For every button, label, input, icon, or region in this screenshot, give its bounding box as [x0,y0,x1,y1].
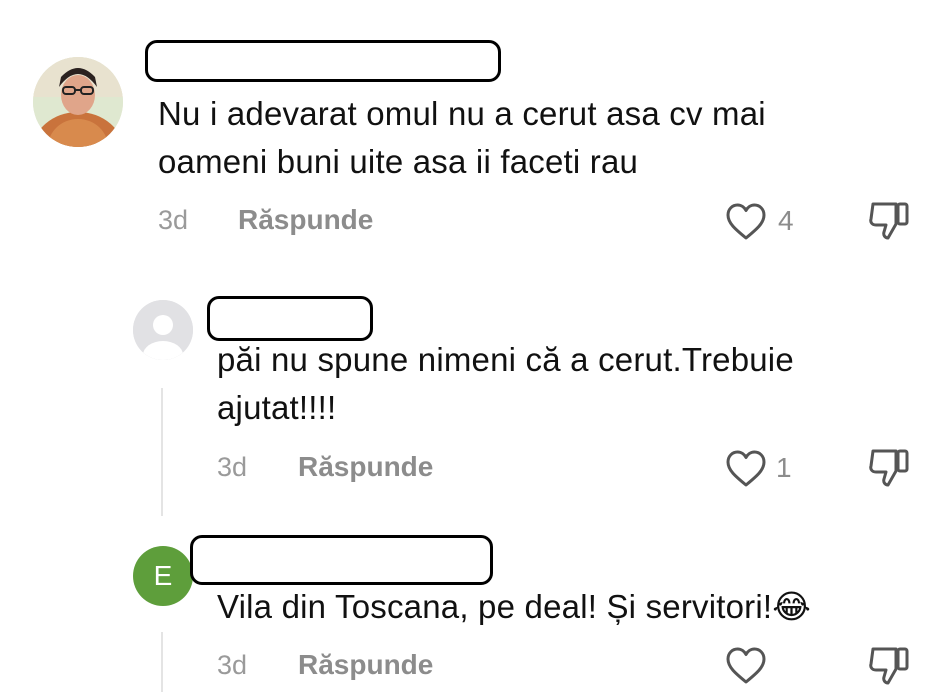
username-redacted[interactable] [190,535,493,585]
reply-button[interactable]: Răspunde [298,451,433,483]
comment-text: Nu i adevarat omul nu a cerut asa cv mai… [158,95,766,180]
thumbs-down-icon[interactable] [866,447,912,489]
thumbs-down-icon[interactable] [866,645,912,687]
comment-time: 3d [217,650,248,680]
heart-icon[interactable] [725,449,767,489]
thread-line [161,388,163,516]
thumbs-down-icon[interactable] [866,200,912,242]
like-count: 4 [778,205,794,236]
reply-button[interactable]: Răspunde [298,649,433,681]
heart-icon[interactable] [725,202,767,242]
username-redacted[interactable] [207,296,373,341]
comment-text: păi nu spune nimeni că a cerut.Trebuie a… [217,341,794,426]
thread-line [161,632,163,692]
user-avatar-photo[interactable] [33,57,123,147]
heart-icon[interactable] [725,646,767,686]
reply-button[interactable]: Răspunde [238,204,373,236]
comment-text: Vila din Toscana, pe deal! Și servitori!… [217,588,812,625]
comment-time: 3d [217,452,248,482]
comment-time: 3d [158,205,189,235]
avatar-photo-image [33,57,123,147]
default-user-avatar[interactable] [133,300,193,360]
like-count: 1 [776,452,792,483]
default-user-icon [133,300,193,360]
username-redacted[interactable] [145,40,501,82]
letter-avatar[interactable]: E [133,546,193,606]
